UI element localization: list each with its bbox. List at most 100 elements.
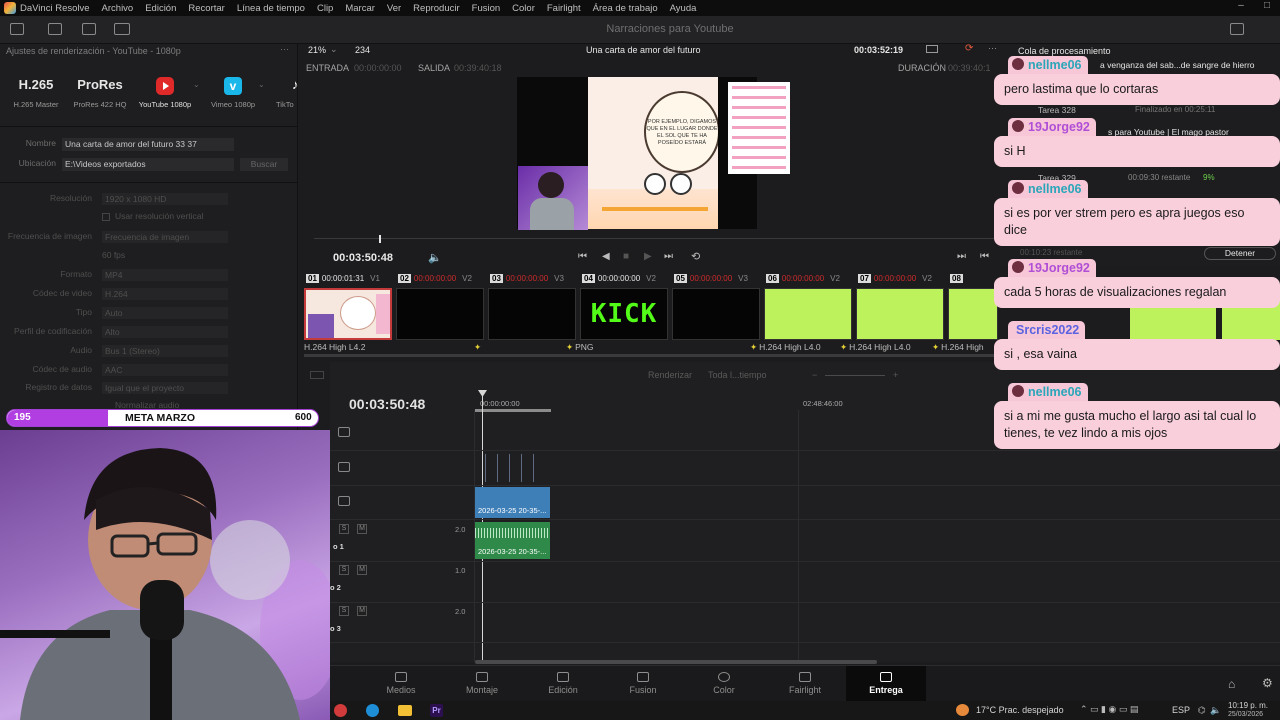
timeline-video-clip[interactable]: 2026-03-25 20-35-... [475, 487, 550, 518]
viewer-playhead[interactable] [379, 235, 381, 243]
preset-youtube[interactable]: YouTube 1080p [135, 74, 195, 109]
edge-icon[interactable] [366, 704, 379, 717]
next-clip-icon[interactable]: ⏭ [957, 251, 966, 262]
preset-vimeo[interactable]: v Vimeo 1080p [203, 74, 263, 109]
audio-select[interactable]: Bus 1 (Stereo) [102, 345, 228, 357]
tab-fairlight[interactable]: Fairlight [765, 666, 845, 702]
clip-03-thumbnail[interactable] [488, 288, 576, 340]
track-v2-icon[interactable] [338, 462, 350, 472]
menu-edicion[interactable]: Edición [145, 3, 176, 14]
clip-strip-scrollbar[interactable] [304, 354, 994, 357]
folder-icon[interactable] [398, 705, 412, 716]
menu-ver[interactable]: Ver [387, 3, 401, 14]
solo-button[interactable]: S [339, 565, 349, 575]
preset-prores[interactable]: ProRes ProRes 422 HQ [70, 74, 130, 109]
solo-button[interactable]: S [339, 524, 349, 534]
video-codec-select[interactable]: H.264 [102, 288, 228, 300]
network-icon[interactable]: ⌬ [1198, 705, 1206, 716]
zoom-in-icon[interactable]: + [893, 370, 898, 380]
gear-icon[interactable]: ⚙ [1262, 676, 1273, 690]
clock-time[interactable]: 10:19 p. m. [1228, 701, 1268, 710]
step-back-icon[interactable]: ◀ [602, 251, 610, 262]
speaker-icon[interactable]: 🔈 [1210, 705, 1221, 716]
minimize-icon[interactable]: – [1228, 0, 1254, 11]
format-select[interactable]: MP4 [102, 269, 228, 281]
menu-fairlight[interactable]: Fairlight [547, 3, 581, 14]
preset-tiktok[interactable]: ♪ TikTo [262, 74, 298, 109]
layout-icon[interactable] [114, 23, 130, 35]
menu-ayuda[interactable]: Ayuda [670, 3, 697, 14]
tab-cut[interactable]: Montaje [442, 666, 522, 702]
preset-h265[interactable]: H.265 H.265 Master [6, 74, 66, 109]
fullscreen-icon[interactable] [1230, 23, 1244, 35]
tab-edit[interactable]: Edición [523, 666, 603, 702]
timeline-scrollbar[interactable] [475, 660, 877, 664]
browse-button[interactable]: Buscar [240, 158, 288, 171]
obs-icon[interactable] [334, 704, 347, 717]
timeline-icon[interactable] [82, 23, 96, 35]
mute-button[interactable]: M [357, 606, 367, 616]
home-icon[interactable]: ⌂ [1228, 677, 1235, 691]
skip-to-end-icon[interactable]: ⏭ [664, 251, 673, 262]
menu-marcar[interactable]: Marcar [345, 3, 375, 14]
tab-deliver[interactable]: Entrega [846, 666, 926, 702]
frame-rate-select[interactable]: Frecuencia de imagen [102, 231, 228, 243]
mute-button[interactable]: M [357, 524, 367, 534]
refresh-icon[interactable]: ⟳ [965, 43, 973, 54]
clip-07-thumbnail[interactable] [856, 288, 944, 340]
menu-color[interactable]: Color [512, 3, 535, 14]
stop-icon[interactable]: ■ [623, 251, 629, 262]
menu-reproducir[interactable]: Reproducir [413, 3, 459, 14]
language-indicator[interactable]: ESP [1172, 705, 1190, 715]
encoding-profile-select[interactable]: Alto [102, 326, 228, 338]
clip-06-thumbnail[interactable] [764, 288, 852, 340]
resolution-select[interactable]: 1920 x 1080 HD [102, 193, 228, 205]
type-select[interactable]: Auto [102, 307, 228, 319]
zoom-out-icon[interactable]: − [812, 370, 817, 380]
menu-recortar[interactable]: Recortar [188, 3, 224, 14]
menu-linea-de-tiempo[interactable]: Línea de tiempo [237, 3, 305, 14]
zoom-slider[interactable] [825, 375, 885, 376]
menu-area-de-trabajo[interactable]: Área de trabajo [593, 3, 658, 14]
track-v1-icon[interactable] [338, 496, 350, 506]
volume-icon[interactable]: 🔈 [428, 251, 442, 264]
mute-button[interactable]: M [357, 565, 367, 575]
timeline-options-icon[interactable] [310, 371, 324, 379]
tab-color[interactable]: Color [684, 666, 764, 702]
play-icon[interactable]: ▶ [644, 251, 652, 262]
render-settings-icon[interactable] [10, 23, 24, 35]
monitor-icon[interactable] [926, 45, 938, 53]
clip-05-thumbnail[interactable] [672, 288, 760, 340]
clip-02-thumbnail[interactable] [396, 288, 484, 340]
menu-app[interactable]: DaVinci Resolve [20, 3, 90, 14]
clip-01-thumbnail[interactable] [304, 288, 392, 340]
skip-to-start-icon[interactable]: ⏮ [578, 251, 587, 262]
data-log-select[interactable]: Igual que el proyecto [102, 382, 228, 394]
panel-options-icon[interactable]: ··· [280, 44, 289, 54]
maximize-icon[interactable]: □ [1254, 0, 1280, 11]
timeline-v2-clips[interactable] [475, 450, 550, 484]
tray-icons[interactable]: ⌃ ▭ ▮ ◉ ▭ ▤ [1080, 704, 1138, 715]
solo-button[interactable]: S [339, 606, 349, 616]
clip-02-timecode: 00:00:00:00 [413, 274, 457, 283]
tab-fusion[interactable]: Fusion [603, 666, 683, 702]
prev-clip-icon[interactable]: ⏮ [980, 251, 989, 262]
track-v3-icon[interactable] [338, 427, 350, 437]
name-input[interactable]: Una carta de amor del futuro 33 37 [62, 138, 234, 151]
render-range-select[interactable]: Toda l...tiempo [708, 370, 767, 380]
tab-media[interactable]: Medios [361, 666, 441, 702]
vertical-resolution-checkbox[interactable] [102, 213, 110, 221]
menu-clip[interactable]: Clip [317, 3, 333, 14]
location-input[interactable]: E:\Videos exportados [62, 158, 234, 171]
loop-icon[interactable]: ⟲ [691, 250, 700, 263]
clip-05-header: 05 00:00:00:00 V3 [674, 274, 748, 283]
zoom-level[interactable]: 21% [308, 45, 326, 55]
clip-08-thumbnail[interactable] [948, 288, 998, 340]
timeline-audio-clip[interactable]: 2026-03-25 20-35-... [475, 522, 550, 559]
menu-fusion[interactable]: Fusion [472, 3, 501, 14]
menu-archivo[interactable]: Archivo [102, 3, 134, 14]
premiere-icon[interactable]: Pr [430, 704, 443, 717]
clips-icon[interactable] [48, 23, 62, 35]
audio-codec-select[interactable]: AAC [102, 364, 228, 376]
clip-04-thumbnail[interactable]: KICK [580, 288, 668, 340]
